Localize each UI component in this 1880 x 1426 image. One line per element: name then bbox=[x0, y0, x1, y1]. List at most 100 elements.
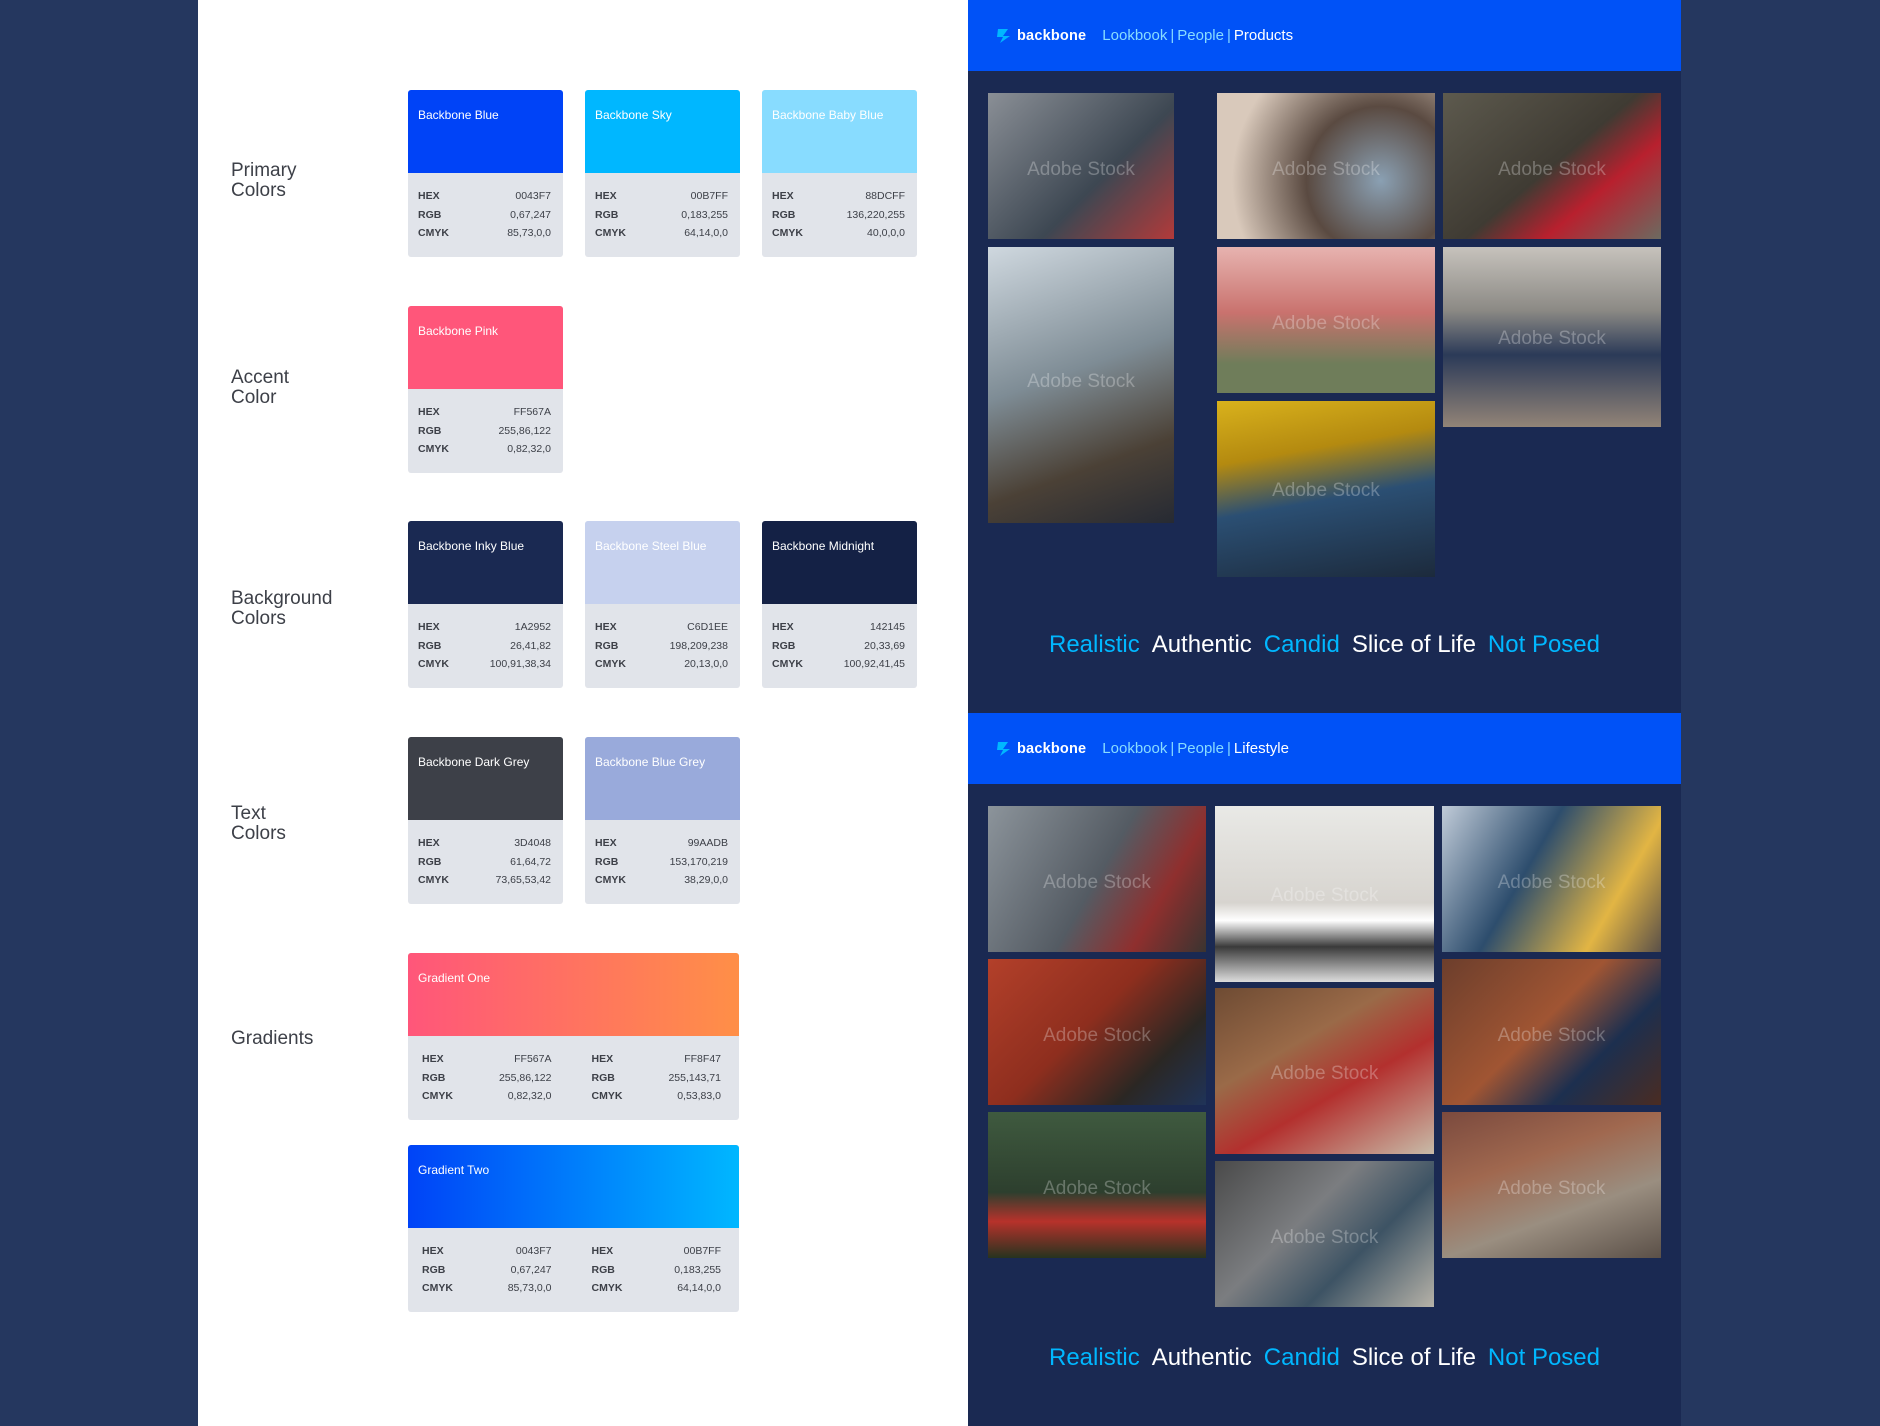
watermark: Adobe Stock bbox=[1272, 480, 1380, 502]
tag-candid: Candid bbox=[1263, 631, 1340, 658]
breadcrumb-separator: | bbox=[1170, 740, 1175, 757]
swatch-name: Backbone Sky bbox=[595, 108, 672, 122]
cmyk-row: CMYK 64,14,0,0 bbox=[592, 1279, 722, 1298]
cmyk-label: CMYK bbox=[591, 1090, 623, 1102]
hex-row: HEX 3D4048 bbox=[418, 834, 551, 853]
hex-row: HEX 88DCFF bbox=[772, 187, 905, 206]
rgb-value: 198,209,238 bbox=[669, 639, 728, 652]
hex-row: HEX C6D1EE bbox=[595, 618, 728, 637]
hex-label: HEX bbox=[772, 621, 794, 633]
palette-sheet: Primary Colors Accent Color Background C… bbox=[198, 0, 968, 1426]
photo-man-hat-phone: Adobe Stock bbox=[1215, 1161, 1434, 1307]
rgb-label: RGB bbox=[772, 208, 796, 221]
swatch-name: Backbone Blue Grey bbox=[595, 755, 706, 769]
hex-label: HEX bbox=[772, 190, 794, 202]
photo-street-trench-coat: Adobe Stock bbox=[1442, 1112, 1661, 1258]
hex-row: HEX 00B7FF bbox=[595, 187, 728, 206]
cmyk-value: 0,53,83,0 bbox=[677, 1090, 721, 1102]
rgb-value: 0,183,255 bbox=[674, 1263, 721, 1276]
watermark: Adobe Stock bbox=[1027, 371, 1135, 393]
gradient-stop-a: HEX 0043F7 RGB 0,67,247 CMYK 85,73,0,0 bbox=[422, 1242, 552, 1298]
swatch-values: HEX 0043F7 RGB 0,67,247 CMYK 85,73,0,0 bbox=[408, 173, 563, 243]
rgb-row: RGB 198,209,238 bbox=[595, 637, 728, 656]
rgb-value: 0,67,247 bbox=[510, 208, 551, 221]
hex-label: HEX bbox=[418, 621, 440, 633]
cmyk-label: CMYK bbox=[772, 658, 803, 670]
cmyk-row: CMYK 64,14,0,0 bbox=[595, 224, 728, 243]
photo-green-wall-woman: Adobe Stock bbox=[988, 1112, 1206, 1258]
rgb-row: RGB 255,86,122 bbox=[422, 1069, 552, 1088]
photo-skateboard: Adobe Stock bbox=[988, 93, 1174, 239]
gradient-values: HEX FF567A RGB 255,86,122 CMYK 0,82,32,0… bbox=[408, 1036, 739, 1106]
rgb-value: 20,33,69 bbox=[864, 639, 905, 652]
rgb-row: RGB 0,183,255 bbox=[595, 206, 728, 225]
hex-label: HEX bbox=[422, 1053, 444, 1065]
rgb-row: RGB 26,41,82 bbox=[418, 637, 551, 656]
rgb-label: RGB bbox=[418, 639, 442, 652]
swatch-backbone-steel-blue: Backbone Steel Blue HEX C6D1EE RGB 198,2… bbox=[585, 521, 740, 688]
photo-tulips-boots: Adobe Stock bbox=[1217, 247, 1435, 393]
tag-not-posed: Not Posed bbox=[1487, 631, 1600, 658]
rgb-value: 61,64,72 bbox=[510, 855, 551, 868]
rgb-label: RGB bbox=[418, 424, 442, 437]
cmyk-row: CMYK 73,65,53,42 bbox=[418, 871, 551, 890]
watermark: Adobe Stock bbox=[1272, 158, 1380, 180]
cmyk-row: CMYK 0,82,32,0 bbox=[418, 440, 551, 459]
rgb-value: 255,86,122 bbox=[498, 424, 551, 437]
swatch-color-block: Backbone Dark Grey bbox=[408, 737, 563, 820]
hex-value: FF567A bbox=[513, 406, 551, 418]
rgb-value: 26,41,82 bbox=[510, 639, 551, 652]
cmyk-label: CMYK bbox=[418, 874, 449, 886]
rgb-row: RGB 255,143,71 bbox=[592, 1069, 722, 1088]
cmyk-label: CMYK bbox=[422, 1090, 453, 1102]
watermark: Adobe Stock bbox=[1497, 1177, 1606, 1199]
rgb-label: RGB bbox=[595, 855, 619, 868]
swatch-backbone-blue-grey: Backbone Blue Grey HEX 99AADB RGB 153,17… bbox=[585, 737, 740, 904]
rgb-value: 0,183,255 bbox=[681, 208, 728, 221]
hex-value: 3D4048 bbox=[514, 837, 551, 849]
swatch-name: Backbone Steel Blue bbox=[595, 539, 707, 553]
tag-slice-of-life: Slice of Life bbox=[1351, 631, 1476, 658]
breadcrumb-lookbook[interactable]: Lookbook bbox=[1102, 27, 1167, 44]
rgb-row: RGB 136,220,255 bbox=[772, 206, 905, 225]
rgb-value: 255,86,122 bbox=[498, 1071, 552, 1084]
swatch-name: Backbone Pink bbox=[418, 324, 499, 338]
products-header: backbone Lookbook | People | Products bbox=[968, 0, 1681, 71]
cmyk-label: CMYK bbox=[595, 874, 626, 886]
hex-label: HEX bbox=[422, 1245, 444, 1257]
hex-label: HEX bbox=[595, 621, 617, 633]
rgb-value: 255,143,71 bbox=[668, 1071, 721, 1084]
breadcrumb-people[interactable]: People bbox=[1177, 740, 1224, 757]
photo-couple-sitting: Adobe Stock bbox=[1443, 247, 1661, 427]
swatch-color-block: Backbone Inky Blue bbox=[408, 521, 563, 604]
cmyk-row: CMYK 100,92,41,45 bbox=[772, 655, 905, 674]
cmyk-value: 100,91,38,34 bbox=[489, 658, 551, 670]
swatch-gradient-two: Gradient Two HEX 0043F7 RGB 0,67,247 CMY… bbox=[408, 1145, 739, 1312]
swatch-backbone-midnight: Backbone Midnight HEX 142145 RGB 20,33,6… bbox=[762, 521, 917, 688]
breadcrumb-people[interactable]: People bbox=[1177, 27, 1224, 44]
hex-row: HEX 0043F7 bbox=[422, 1242, 552, 1261]
hex-value: 88DCFF bbox=[865, 190, 905, 202]
backbone-logo-icon bbox=[997, 28, 1010, 43]
swatch-color-block: Backbone Sky bbox=[585, 90, 740, 173]
cmyk-row: CMYK 85,73,0,0 bbox=[418, 224, 551, 243]
hex-label: HEX bbox=[418, 406, 440, 418]
watermark: Adobe Stock bbox=[1497, 1024, 1606, 1046]
rgb-label: RGB bbox=[595, 208, 619, 221]
swatch-name: Backbone Dark Grey bbox=[418, 755, 530, 769]
backbone-logo-icon bbox=[997, 741, 1010, 756]
breadcrumb-lookbook[interactable]: Lookbook bbox=[1102, 740, 1167, 757]
breadcrumb-products: Products bbox=[1233, 27, 1294, 44]
rgb-value: 0,67,247 bbox=[510, 1263, 552, 1276]
photo-brick-wall-man: Adobe Stock bbox=[1442, 959, 1661, 1105]
watermark: Adobe Stock bbox=[1270, 885, 1379, 907]
lifestyle-header: backbone Lookbook | People | Lifestyle bbox=[968, 713, 1681, 784]
hex-value: FF8F47 bbox=[684, 1053, 721, 1065]
hex-label: HEX bbox=[591, 1245, 614, 1257]
photo-street-woman-red-scarf: Adobe Stock bbox=[988, 806, 1206, 952]
hex-row: HEX 1A2952 bbox=[418, 618, 551, 637]
hex-row: HEX 0043F7 bbox=[418, 187, 551, 206]
swatch-color-block: Backbone Pink bbox=[408, 306, 563, 389]
cmyk-label: CMYK bbox=[772, 227, 803, 239]
swatch-color-block: Backbone Midnight bbox=[762, 521, 917, 604]
